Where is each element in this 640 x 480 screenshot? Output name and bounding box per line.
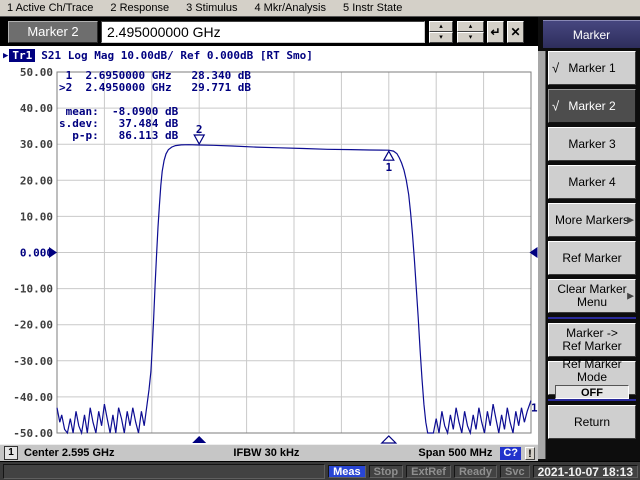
submenu-arrow-icon: ▶ (627, 215, 634, 226)
softkey-return[interactable]: Return (548, 405, 636, 439)
trace-end-label: 1 (531, 402, 538, 415)
softkey-marker-1[interactable]: √ Marker 1 (548, 51, 636, 85)
entry-field-label: Marker 2 (8, 21, 98, 43)
softkey-label: Clear Marker Menu (557, 283, 626, 309)
softkey-list: √ Marker 1 √ Marker 2 Marker 3 Marker 4 More M… (548, 51, 636, 443)
softkey-clear-marker-menu[interactable]: Clear Marker Menu▶ (548, 279, 636, 313)
status-seg-ready: Ready (454, 465, 497, 478)
y-axis-label: -10.00 (13, 283, 53, 296)
ifbw-readout: IFBW 30 kHz (233, 447, 299, 459)
y-axis-label: 50.00 (20, 66, 53, 79)
correction-status-badge: C? (500, 447, 521, 460)
softkey-marker-4[interactable]: Marker 4 (548, 165, 636, 199)
softkey-label: Ref Marker (562, 252, 621, 265)
softkey-marker-3[interactable]: Marker 3 (548, 127, 636, 161)
active-trace-arrow-icon: ▶ (3, 51, 8, 61)
marker-2-stimulus-indicator[interactable] (192, 436, 206, 443)
softkey-label: Marker 3 (568, 138, 615, 151)
trace-name-badge[interactable]: Tr1 (9, 49, 35, 62)
center-frequency-readout: Center 2.595 GHz (24, 447, 114, 459)
y-axis-label: -50.00 (13, 427, 53, 440)
marker-1-symbol[interactable] (384, 151, 394, 160)
submenu-arrow-icon: ▶ (627, 291, 634, 302)
softkey-sidebar: Marker √ Marker 1 √ Marker 2 Marker 3 Marker … (538, 17, 640, 461)
menu-response[interactable]: 2 Response (110, 2, 169, 14)
measurement-display: 50.00 40.00 30.00 20.00 10.00 0.000 -10.00 -20.… (0, 46, 538, 444)
alert-indicator[interactable]: ! (525, 447, 535, 460)
marker-frequency-input[interactable]: 2.495000000 GHz (101, 21, 425, 43)
softkey-label: More Markers (555, 214, 629, 227)
softkey-label: Return (574, 416, 610, 429)
y-axis-label: 40.00 (20, 102, 53, 115)
enter-button[interactable]: ↵ (487, 21, 504, 43)
menu-instr-state[interactable]: 5 Instr State (343, 2, 402, 14)
y-axis-label: 10.00 (20, 210, 53, 223)
softkey-label: Marker 2 (568, 100, 615, 113)
ref-level-triangle-left (49, 247, 57, 258)
menu-mkr-analysis[interactable]: 4 Mkr/Analysis (254, 2, 326, 14)
check-icon: √ (552, 99, 559, 114)
marker-1-stimulus-indicator[interactable] (382, 436, 396, 443)
spinner-down-icon[interactable]: ▾ (457, 32, 484, 43)
softkey-label: Marker -> Ref Marker (562, 327, 621, 353)
status-seg-svc: Svc (500, 465, 530, 478)
screen-edge-strip (538, 51, 546, 459)
coarse-step-spinner[interactable]: ▴ ▾ (457, 21, 484, 43)
trace-format-info: S21 Log Mag 10.00dB/ Ref 0.000dB [RT Smo… (41, 49, 313, 62)
softkey-label: Marker 1 (568, 62, 615, 75)
status-clock: 2021-10-07 18:13 (533, 465, 638, 478)
softkey-state-value: OFF (555, 385, 629, 399)
fine-step-spinner[interactable]: ▴ ▾ (429, 21, 453, 43)
status-message-area (3, 464, 325, 479)
span-readout: Span 500 MHz (418, 447, 492, 459)
softkey-more-markers[interactable]: More Markers▶ (548, 203, 636, 237)
menu-active-ch-trace[interactable]: 1 Active Ch/Trace (7, 2, 93, 14)
marker-entry-toolbar: Marker 2 2.495000000 GHz ▴ ▾ ▴ ▾ ↵ ✕ (0, 17, 538, 46)
softkey-menu-title: Marker (543, 20, 640, 48)
spinner-up-icon[interactable]: ▴ (429, 21, 453, 32)
menu-bar: 1 Active Ch/Trace 2 Response 3 Stimulus … (0, 0, 640, 17)
softkey-separator (548, 317, 636, 319)
softkey-marker-2[interactable]: √ Marker 2 (548, 89, 636, 123)
spinner-up-icon[interactable]: ▴ (457, 21, 484, 32)
y-axis-label: -20.00 (13, 319, 53, 332)
y-axis-label: -30.00 (13, 355, 53, 368)
softkey-marker-ref-marker[interactable]: Marker -> Ref Marker (548, 323, 636, 357)
status-indicators: MeasStopExtRefReadySvc (328, 465, 532, 478)
y-axis-label: 20.00 (20, 174, 53, 187)
stimulus-bar: 1 Center 2.595 GHz IFBW 30 kHz Span 500 … (0, 444, 538, 461)
softkey-ref-marker-mode[interactable]: Ref Marker ModeOFF (548, 361, 636, 395)
y-axis-label: 0.000 (20, 247, 53, 260)
status-seg-stop: Stop (369, 465, 403, 478)
marker-1-number: 1 (385, 161, 392, 174)
y-axis-label: 30.00 (20, 138, 53, 151)
softkey-ref-marker[interactable]: Ref Marker (548, 241, 636, 275)
y-axis-label: -40.00 (13, 391, 53, 404)
vna-screen: { "menu": {"items": ["1 Active Ch/Trace"… (0, 0, 640, 480)
softkey-label: Marker 4 (568, 176, 615, 189)
marker-readout-table: 1 2.6950000 GHz 28.340 dB >2 2.4950000 G… (59, 70, 251, 142)
status-bar: MeasStopExtRefReadySvc 2021-10-07 18:13 (0, 461, 640, 480)
spinner-down-icon[interactable]: ▾ (429, 32, 453, 43)
status-seg-meas: Meas (328, 465, 366, 478)
trace-status-line: ▶ Tr1 S21 Log Mag 10.00dB/ Ref 0.000dB [… (3, 49, 313, 62)
menu-stimulus[interactable]: 3 Stimulus (186, 2, 237, 14)
status-seg-extref: ExtRef (406, 465, 451, 478)
close-entry-button[interactable]: ✕ (507, 21, 524, 43)
channel-number-badge: 1 (4, 446, 18, 460)
check-icon: √ (552, 61, 559, 76)
softkey-label: Ref Marker Mode (549, 358, 635, 384)
